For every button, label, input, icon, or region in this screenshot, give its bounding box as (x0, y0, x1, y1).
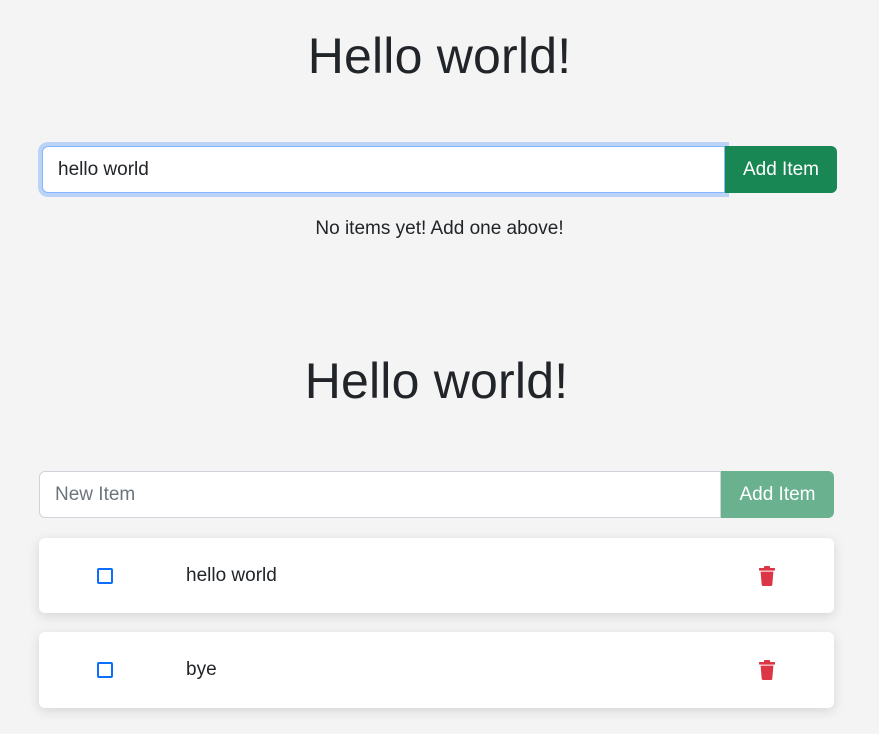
item-text: hello world (186, 565, 277, 586)
item-checkbox[interactable] (97, 662, 113, 678)
todo-item: hello world (39, 538, 834, 613)
page-title: Hello world! (304, 353, 569, 409)
trash-icon[interactable] (755, 564, 779, 588)
add-item-form: Add Item (39, 471, 834, 518)
new-item-input[interactable] (42, 146, 725, 193)
empty-list-message: No items yet! Add one above! (315, 218, 564, 239)
trash-icon[interactable] (755, 658, 779, 682)
page-title: Hello world! (307, 28, 572, 84)
item-checkbox[interactable] (97, 568, 113, 584)
new-item-input[interactable] (39, 471, 721, 518)
add-item-button[interactable]: Add Item (725, 146, 837, 193)
todo-item: bye (39, 632, 834, 708)
add-item-button[interactable]: Add Item (721, 471, 834, 518)
add-item-form: Add Item (42, 146, 837, 193)
item-text: bye (186, 659, 217, 680)
